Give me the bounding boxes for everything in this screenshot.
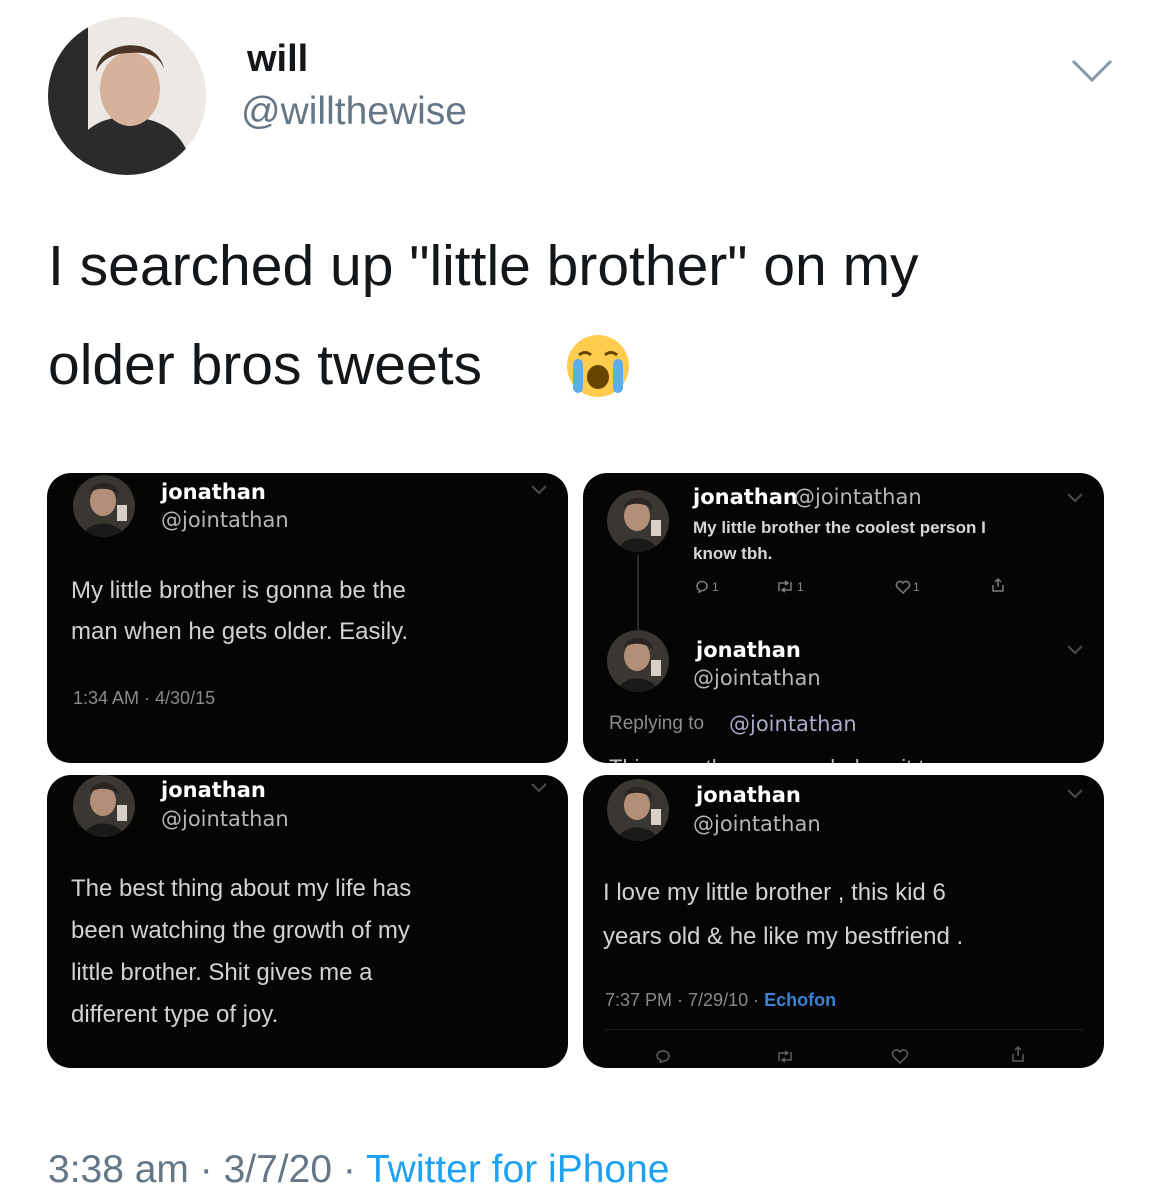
chevron-down-icon — [531, 783, 547, 793]
loudly-crying-face-icon — [567, 335, 629, 397]
chevron-down-icon — [1067, 493, 1083, 503]
panel-source: Echofon — [764, 990, 837, 1010]
panel-author-name: jonathan — [696, 783, 801, 807]
panel-author-handle: @jointathan — [794, 485, 922, 509]
panel-author-name: jonathan — [161, 778, 266, 802]
tweet-time[interactable]: 3:38 am — [48, 1148, 189, 1191]
panel-tweet-text: I love my little brother , this kid 6 — [603, 879, 946, 906]
panel-tweet-text: My little brother is gonna be the — [71, 577, 406, 604]
panel-author-handle: @jointathan — [161, 508, 289, 532]
tweet-source-link[interactable]: Twitter for iPhone — [366, 1148, 669, 1191]
panel-tweet-text-cut: This man threw on a whole suit to — [609, 747, 937, 763]
screenshot-panel: jonathan @jointathan My little brother i… — [47, 473, 568, 763]
chevron-down-icon[interactable] — [1070, 58, 1114, 84]
panel-author-handle: @jointathan — [693, 666, 821, 690]
chevron-down-icon — [1067, 645, 1083, 655]
retweet-icon — [778, 580, 792, 593]
panel-author-handle: @jointathan — [161, 807, 289, 831]
panel-tweet-text: years old & he like my bestfriend . — [603, 923, 964, 950]
chevron-down-icon — [531, 485, 547, 495]
thread-line — [637, 555, 639, 630]
panel-avatar — [73, 475, 135, 537]
panel-tweet-text: know tbh. — [693, 544, 773, 563]
panel-tweet-text: The best thing about my life has — [71, 875, 412, 902]
panel-tweet-text: little brother. Shit gives me a — [71, 959, 373, 986]
panel-author-name: jonathan — [161, 480, 266, 504]
reply-icon — [656, 1050, 670, 1063]
panel-author-name: jonathan — [696, 638, 801, 662]
author-avatar[interactable] — [48, 17, 206, 175]
replying-to-label: Replying to — [609, 713, 705, 734]
panel-tweet-text: My little brother the coolest person I — [693, 518, 986, 537]
retweet-count: 1 — [797, 580, 804, 594]
like-count: 1 — [913, 580, 920, 594]
reply-icon — [696, 580, 708, 593]
separator: · — [332, 1148, 366, 1191]
like-icon — [891, 1049, 909, 1064]
panel-tweet-text: been watching the growth of my — [71, 917, 410, 944]
author-display-name[interactable]: will — [247, 38, 308, 81]
panel-tweet-text: man when he gets older. Easily. — [71, 618, 409, 645]
author-handle[interactable]: @willthewise — [241, 90, 467, 134]
panel-tweet-text: different type of joy. — [71, 1001, 279, 1028]
replying-to-handle: @jointathan — [729, 712, 857, 736]
divider — [605, 1029, 1083, 1030]
screenshot-panel: jonathan @jointathan The best thing abou… — [47, 775, 568, 1068]
tweet-date[interactable]: 3/7/20 — [224, 1148, 332, 1191]
tweet-text-line: I searched up "little brother" on my — [48, 234, 919, 298]
panel-author-handle: @jointathan — [693, 812, 821, 836]
panel-avatar — [607, 779, 669, 841]
retweet-icon — [778, 1050, 792, 1063]
panel-avatar — [607, 630, 669, 692]
tweet-metadata: 3:38 am · 3/7/20 · Twitter for iPhone — [48, 1148, 669, 1192]
screenshot-panel: jonathan @jointathan My little brother t… — [583, 473, 1104, 763]
share-icon — [1012, 1045, 1024, 1062]
panel-author-name: jonathan — [693, 485, 798, 509]
panel-avatar — [73, 775, 135, 837]
screenshot-panel: jonathan @jointathan I love my little br… — [583, 775, 1104, 1068]
like-icon — [895, 580, 911, 594]
panel-timestamp: 1:34 AM · 4/30/15 — [73, 688, 216, 708]
separator: · — [188, 1148, 224, 1191]
reply-count: 1 — [712, 580, 719, 594]
panel-timestamp: 7:37 PM · 7/29/10 · Echofon — [605, 990, 837, 1010]
tweet-text-line: older bros tweets — [48, 333, 483, 397]
share-icon — [992, 577, 1004, 592]
panel-avatar — [607, 490, 669, 552]
chevron-down-icon — [1067, 789, 1083, 799]
